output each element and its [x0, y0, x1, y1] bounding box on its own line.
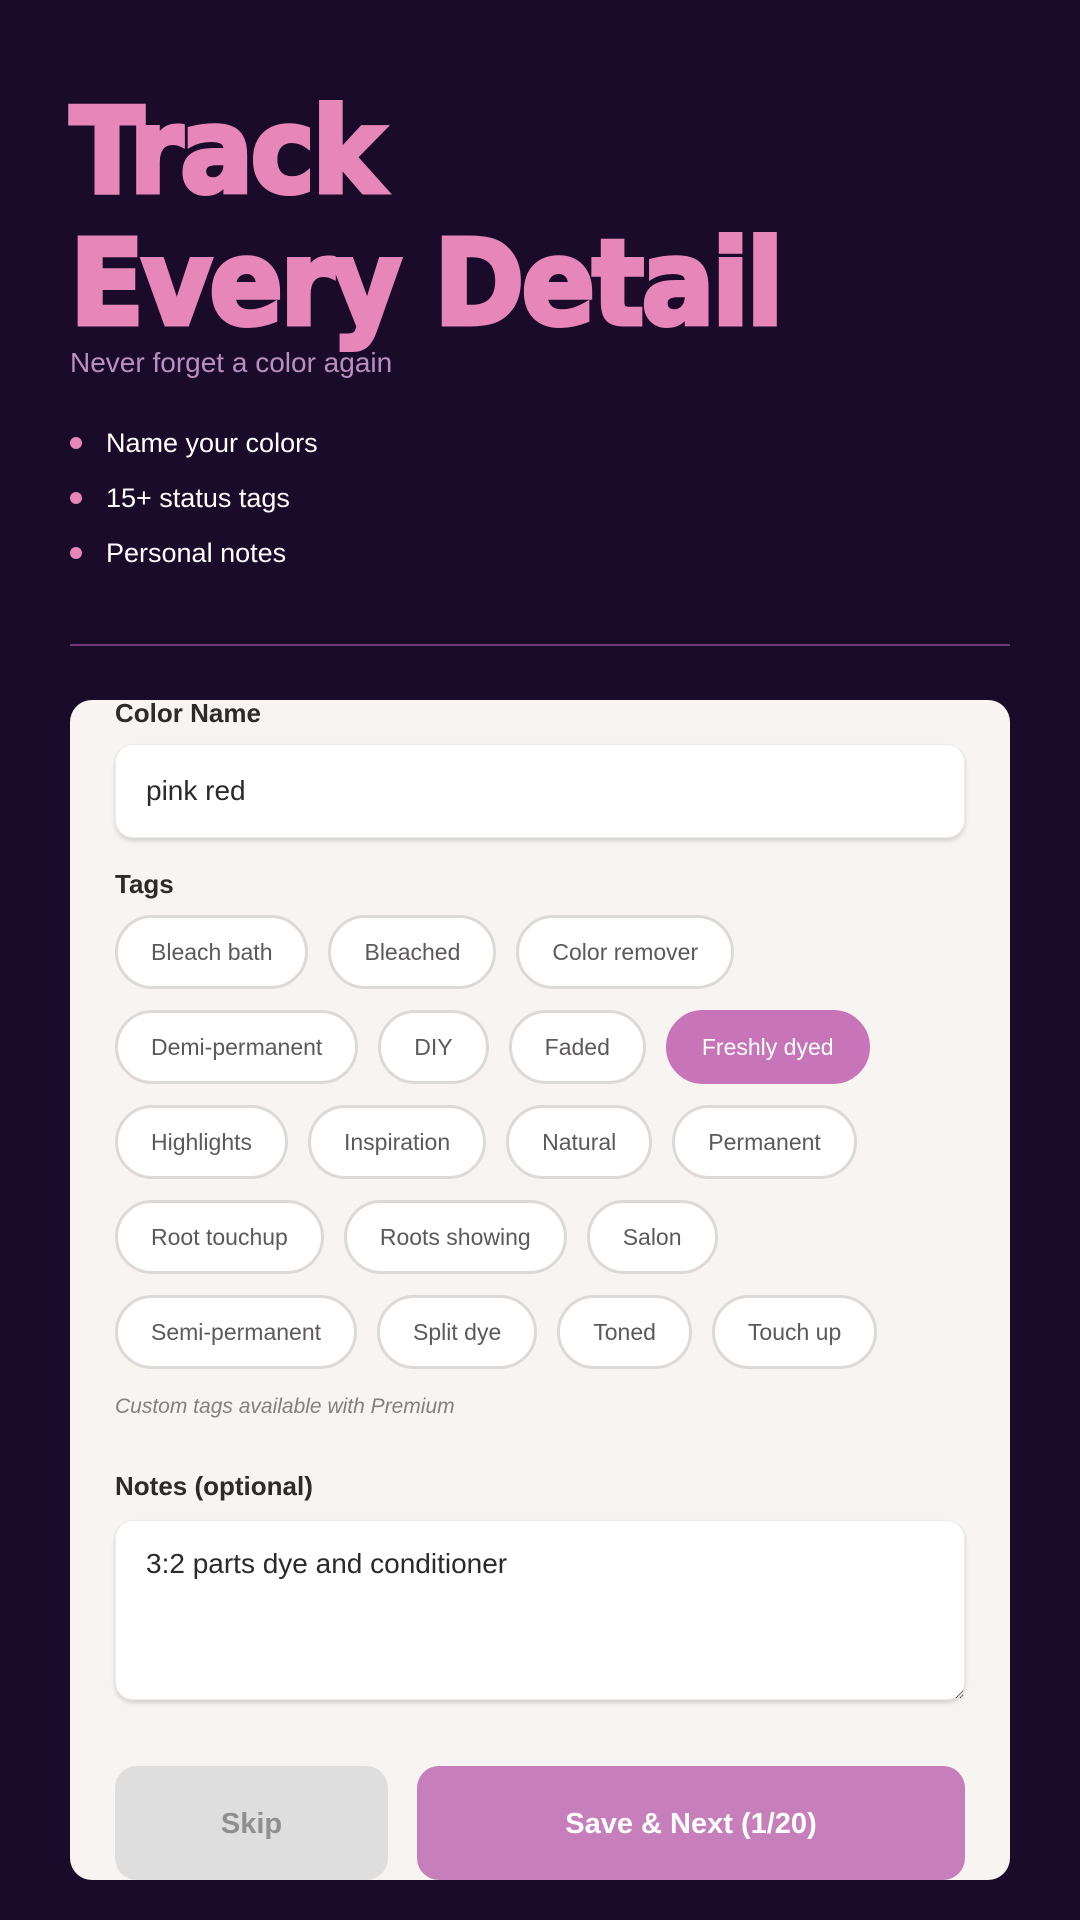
premium-note: Custom tags available with Premium — [115, 1395, 455, 1418]
notes-field[interactable]: 3:2 parts dye and conditioner — [115, 1520, 965, 1700]
feature-text: Personal notes — [106, 537, 287, 568]
tag-chip[interactable]: DIY — [378, 1010, 489, 1084]
color-name-input[interactable] — [115, 744, 965, 838]
section-divider — [70, 644, 1010, 646]
tag-chip[interactable]: Highlights — [115, 1105, 288, 1179]
tag-row: Root touchup Roots showing Salon — [115, 1200, 975, 1295]
notes-label: Notes (optional) — [115, 1471, 313, 1501]
hero-title-line-1: Track — [68, 82, 387, 220]
feature-text: 15+ status tags — [106, 482, 290, 513]
tag-chip[interactable]: Semi-permanent — [115, 1295, 358, 1369]
tag-chip[interactable]: Roots showing — [343, 1200, 567, 1274]
hero-subtitle: Never forget a color again — [70, 347, 393, 378]
tag-chip[interactable]: Root touchup — [115, 1200, 324, 1274]
bullet-icon — [70, 436, 82, 449]
feature-text: Name your colors — [106, 427, 318, 458]
feature-item: 15+ status tags — [70, 470, 318, 525]
tag-chip[interactable]: Faded — [508, 1010, 646, 1084]
tag-chip[interactable]: Bleach bath — [115, 915, 309, 989]
feature-list: Name your colors 15+ status tags Persona… — [70, 415, 318, 580]
tag-chip[interactable]: Toned — [557, 1295, 692, 1369]
tag-chip[interactable]: Natural — [506, 1105, 653, 1179]
tag-row: Highlights Inspiration Natural Permanent — [115, 1105, 975, 1200]
tag-row: Semi-permanent Split dye Toned Touch up — [115, 1295, 975, 1390]
tag-row: Demi-permanent DIY Faded Freshly dyed — [115, 1010, 975, 1105]
hero-title: Track Every Detail — [68, 82, 786, 352]
tag-chip[interactable]: Permanent — [672, 1105, 857, 1179]
tag-chip[interactable]: Salon — [586, 1200, 718, 1274]
hero-title-line-2: Every Detail — [68, 214, 786, 352]
bullet-icon — [70, 491, 82, 504]
tag-chip[interactable]: Touch up — [711, 1295, 878, 1369]
tag-chip[interactable]: Bleached — [328, 915, 497, 989]
save-next-button[interactable]: Save & Next (1/20) — [417, 1766, 965, 1880]
tag-chip[interactable]: Demi-permanent — [115, 1010, 359, 1084]
color-name-label: Color Name — [115, 700, 261, 728]
tag-chip[interactable]: Freshly dyed — [665, 1010, 870, 1084]
feature-item: Personal notes — [70, 525, 318, 580]
tag-row: Bleach bath Bleached Color remover — [115, 915, 975, 1010]
tags-label: Tags — [115, 869, 174, 899]
skip-button[interactable]: Skip — [115, 1766, 388, 1880]
bullet-icon — [70, 546, 82, 559]
feature-item: Name your colors — [70, 415, 318, 470]
tag-chip[interactable]: Inspiration — [308, 1105, 487, 1179]
tag-chip[interactable]: Split dye — [377, 1295, 538, 1369]
color-entry-card: Color Name Tags Bleach bath Bleached Color… — [70, 700, 1010, 1880]
tag-list: Bleach bath Bleached Color remover Demi-per… — [115, 915, 975, 1390]
tag-chip[interactable]: Color remover — [516, 915, 735, 989]
